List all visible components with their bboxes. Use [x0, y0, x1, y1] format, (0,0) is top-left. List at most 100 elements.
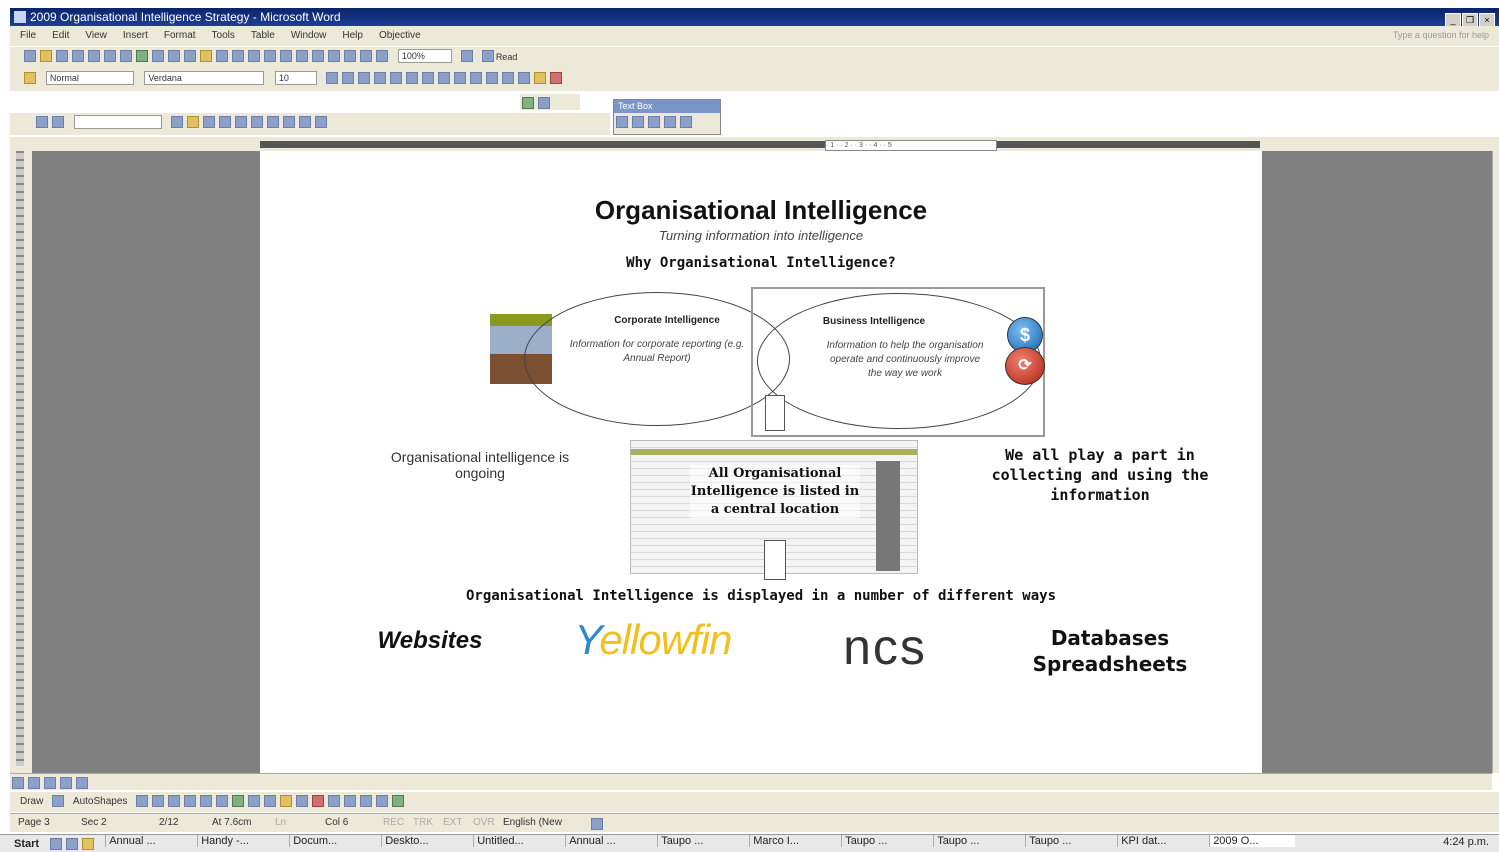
task-handy[interactable]: Handy -...	[197, 835, 283, 847]
web-layout-icon[interactable]	[28, 777, 40, 789]
help-search-box[interactable]: Type a question for help	[1393, 30, 1489, 40]
menu-objective[interactable]: Objective	[379, 30, 421, 41]
refresh-icon[interactable]	[522, 97, 534, 109]
undo-icon[interactable]	[232, 50, 245, 62]
document-map-icon[interactable]	[360, 50, 373, 62]
status-ovr[interactable]: OVR	[473, 817, 495, 828]
show-hide-icon[interactable]	[376, 50, 389, 62]
hyperlink-icon[interactable]	[264, 50, 277, 62]
zoom-select[interactable]: 100%	[397, 49, 452, 63]
cut-icon[interactable]	[168, 50, 181, 62]
menu-file[interactable]: File	[20, 30, 36, 41]
menu-tools[interactable]: Tools	[212, 30, 235, 41]
task-taupo-2[interactable]: Taupo ...	[841, 835, 927, 847]
prev-icon[interactable]	[648, 116, 660, 128]
word-app-icon[interactable]	[14, 11, 26, 23]
oval-icon[interactable]	[184, 795, 197, 808]
distribute-icon[interactable]	[283, 116, 296, 128]
menu-help[interactable]: Help	[342, 30, 363, 41]
task-deskto[interactable]: Deskto...	[381, 835, 467, 847]
menu-insert[interactable]: Insert	[123, 30, 148, 41]
line-icon[interactable]	[136, 795, 149, 808]
link-icon[interactable]	[616, 116, 628, 128]
diagram-icon[interactable]	[232, 795, 245, 808]
quicklaunch-icon[interactable]	[50, 838, 63, 851]
bold-icon[interactable]	[326, 72, 339, 84]
menu-view[interactable]: View	[85, 30, 107, 41]
task-annual[interactable]: Annual ...	[105, 835, 191, 847]
format-painter-icon[interactable]	[216, 50, 229, 62]
status-rec[interactable]: REC	[383, 817, 405, 828]
print-layout-icon[interactable]	[44, 777, 56, 789]
bullets-icon[interactable]	[470, 72, 483, 84]
highlight-icon[interactable]	[534, 72, 547, 84]
spelling-icon[interactable]	[136, 50, 149, 62]
line-weight-icon[interactable]	[171, 116, 184, 128]
quicklaunch-icon[interactable]	[66, 838, 79, 851]
quicklaunch-icon[interactable]	[82, 838, 95, 851]
status-trk[interactable]: TRK	[413, 817, 435, 828]
reading-view-icon[interactable]	[76, 777, 88, 789]
unlink-icon[interactable]	[632, 116, 644, 128]
save-icon[interactable]	[56, 50, 69, 62]
rectangle-icon[interactable]	[168, 795, 181, 808]
next-icon[interactable]	[664, 116, 676, 128]
clipart-icon[interactable]	[248, 795, 261, 808]
shape-icon[interactable]	[52, 116, 65, 128]
tables-borders-icon[interactable]	[280, 50, 293, 62]
task-kpi[interactable]: KPI dat...	[1117, 835, 1203, 847]
task-taupo-4[interactable]: Taupo ...	[1025, 835, 1111, 847]
fill-color-icon[interactable]	[280, 795, 293, 808]
increase-indent-icon[interactable]	[502, 72, 515, 84]
shadow-icon[interactable]	[376, 795, 389, 808]
draw-menu[interactable]: Draw	[20, 796, 43, 807]
text-direction-icon[interactable]	[680, 116, 692, 128]
picture-icon[interactable]	[264, 795, 277, 808]
arrow-style-icon[interactable]	[360, 795, 373, 808]
copy-icon[interactable]	[184, 50, 197, 62]
task-taupo[interactable]: Taupo ...	[657, 835, 743, 847]
3d-icon[interactable]	[392, 795, 405, 808]
textbox-icon[interactable]	[200, 795, 213, 808]
sort-icon[interactable]	[299, 116, 312, 128]
decrease-indent-icon[interactable]	[486, 72, 499, 84]
columns-icon[interactable]	[328, 50, 341, 62]
align-icon[interactable]	[267, 116, 280, 128]
dash-style-icon[interactable]	[344, 795, 357, 808]
normal-view-icon[interactable]	[12, 777, 24, 789]
status-ext[interactable]: EXT	[443, 817, 465, 828]
insert-excel-icon[interactable]	[312, 50, 325, 62]
vertical-scrollbar[interactable]	[1492, 151, 1499, 773]
line-style-icon[interactable]	[328, 795, 341, 808]
print-preview-icon[interactable]	[120, 50, 133, 62]
line-spacing-icon[interactable]	[438, 72, 451, 84]
select-objects-icon[interactable]	[52, 795, 65, 808]
menu-table[interactable]: Table	[251, 30, 275, 41]
align-left-icon[interactable]	[374, 72, 387, 84]
border-style-icon[interactable]	[203, 116, 216, 128]
underline-icon[interactable]	[358, 72, 371, 84]
new-icon[interactable]	[24, 50, 37, 62]
help-icon[interactable]	[461, 50, 474, 62]
split-icon[interactable]	[251, 116, 264, 128]
border-icon[interactable]	[518, 72, 531, 84]
redo-icon[interactable]	[248, 50, 261, 62]
open-icon[interactable]	[40, 50, 53, 62]
line-color-icon[interactable]	[296, 795, 309, 808]
line-style-select[interactable]	[73, 115, 162, 129]
menu-edit[interactable]: Edit	[52, 30, 69, 41]
permission-icon[interactable]	[72, 50, 85, 62]
styles-icon[interactable]	[24, 72, 37, 84]
horizontal-scrollbar[interactable]	[10, 773, 1492, 790]
shading-icon[interactable]	[219, 116, 232, 128]
task-2009-active[interactable]: 2009 O...	[1209, 835, 1296, 847]
read-button[interactable]: Read	[496, 52, 518, 62]
paste-icon[interactable]	[200, 50, 213, 62]
insert-table-icon[interactable]	[296, 50, 309, 62]
sum-icon[interactable]	[315, 116, 328, 128]
shape-icon[interactable]	[36, 116, 49, 128]
font-size-select[interactable]: 10	[274, 71, 317, 85]
menu-format[interactable]: Format	[164, 30, 196, 41]
outline-view-icon[interactable]	[60, 777, 72, 789]
research-icon[interactable]	[152, 50, 165, 62]
